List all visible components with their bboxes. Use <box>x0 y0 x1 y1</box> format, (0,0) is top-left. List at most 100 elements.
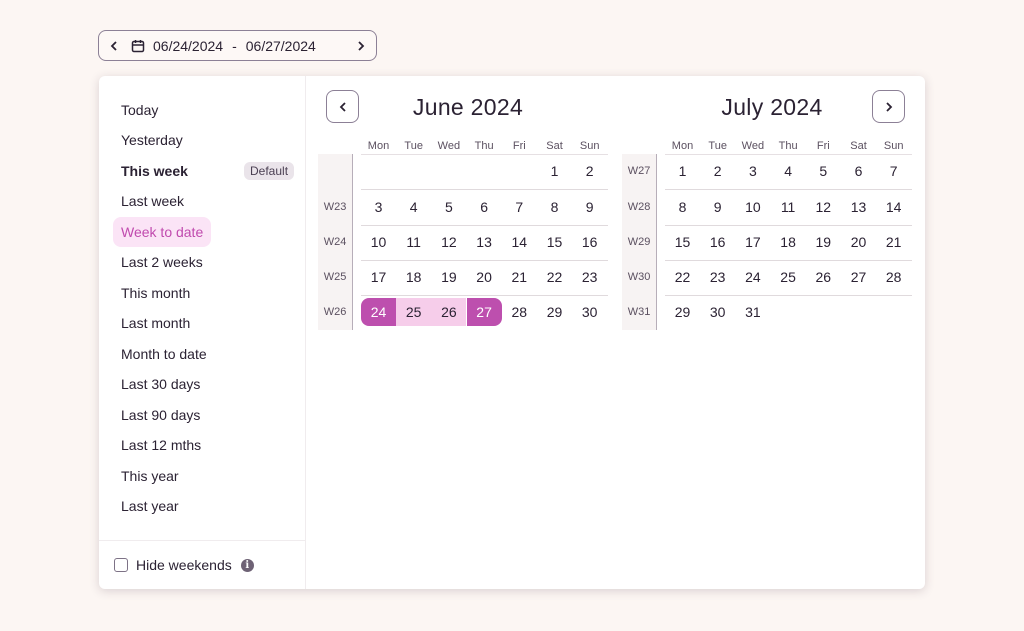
next-range-button[interactable] <box>346 31 376 60</box>
day-cell-in-range[interactable]: 26 <box>431 298 467 326</box>
week-number: W30 <box>627 271 651 283</box>
weekday-header: Sat <box>546 140 563 152</box>
day-cell[interactable]: 28 <box>502 298 537 326</box>
day-cell[interactable]: 6 <box>841 157 876 185</box>
day-cell[interactable]: 11 <box>396 228 431 256</box>
row-divider <box>361 295 608 296</box>
row-divider <box>665 189 912 190</box>
preset-last-month[interactable]: Last month <box>113 308 198 338</box>
date-picker-panel: Today Yesterday This week Default Last w… <box>99 76 925 589</box>
day-cell[interactable]: 10 <box>735 193 770 221</box>
week-number: W29 <box>627 236 651 248</box>
day-cell[interactable]: 2 <box>700 157 735 185</box>
day-cell[interactable]: 28 <box>876 263 911 291</box>
date-separator: - <box>232 37 237 54</box>
chevron-left-icon <box>339 101 346 112</box>
day-cell[interactable]: 19 <box>431 263 466 291</box>
weekday-header: Tue <box>404 140 423 152</box>
day-cell[interactable]: 18 <box>396 263 431 291</box>
preset-last-12-mths[interactable]: Last 12 mths <box>113 430 209 460</box>
day-cell[interactable]: 25 <box>771 263 806 291</box>
day-cell[interactable]: 14 <box>876 193 911 221</box>
day-cell[interactable]: 9 <box>700 193 735 221</box>
preset-last-week[interactable]: Last week <box>113 186 192 216</box>
day-cell[interactable]: 4 <box>396 193 431 221</box>
hide-weekends-checkbox[interactable] <box>114 558 128 572</box>
day-cell[interactable]: 16 <box>700 228 735 256</box>
header-divider <box>665 154 912 155</box>
day-cell[interactable]: 8 <box>537 193 572 221</box>
day-cell[interactable]: 18 <box>771 228 806 256</box>
day-cell[interactable]: 31 <box>735 298 770 326</box>
day-cell[interactable]: 4 <box>771 157 806 185</box>
weekday-header: Fri <box>816 140 830 152</box>
week-number: W26 <box>323 306 347 318</box>
day-cell[interactable]: 1 <box>537 157 572 185</box>
date-range-trigger[interactable]: 06/24/2024 - 06/27/2024 <box>98 30 377 61</box>
previous-range-button[interactable] <box>99 31 129 60</box>
day-cell[interactable]: 20 <box>467 263 502 291</box>
end-date-text[interactable]: 06/27/2024 <box>246 38 316 54</box>
day-cell[interactable]: 23 <box>572 263 607 291</box>
start-date-text[interactable]: 06/24/2024 <box>153 38 223 54</box>
day-cell[interactable]: 22 <box>537 263 572 291</box>
day-cell[interactable]: 26 <box>806 263 841 291</box>
day-cell[interactable]: 19 <box>806 228 841 256</box>
next-month-button[interactable] <box>872 90 905 123</box>
day-cell[interactable]: 13 <box>841 193 876 221</box>
day-cell[interactable]: 3 <box>735 157 770 185</box>
day-cell[interactable]: 30 <box>572 298 607 326</box>
day-cell-in-range[interactable]: 25 <box>396 298 432 326</box>
preset-list: Today Yesterday This week Default Last w… <box>99 76 306 589</box>
day-cell[interactable]: 14 <box>502 228 537 256</box>
day-cell[interactable]: 3 <box>361 193 396 221</box>
day-cell-range-start[interactable]: 24 <box>361 298 396 326</box>
day-cell[interactable]: 6 <box>467 193 502 221</box>
day-cell[interactable]: 1 <box>665 157 700 185</box>
info-icon[interactable]: i <box>240 558 254 572</box>
day-cell[interactable]: 27 <box>841 263 876 291</box>
day-cell[interactable]: 29 <box>665 298 700 326</box>
day-cell[interactable]: 21 <box>876 228 911 256</box>
day-cell[interactable]: 15 <box>665 228 700 256</box>
preset-last-90-days[interactable]: Last 90 days <box>113 400 208 430</box>
preset-month-to-date[interactable]: Month to date <box>113 339 215 369</box>
day-cell[interactable]: 15 <box>537 228 572 256</box>
hide-weekends-label[interactable]: Hide weekends <box>136 557 232 573</box>
preset-last-30-days[interactable]: Last 30 days <box>113 369 208 399</box>
day-cell-range-end[interactable]: 27 <box>466 298 502 326</box>
preset-week-to-date[interactable]: Week to date <box>113 217 212 247</box>
day-cell[interactable]: 24 <box>735 263 770 291</box>
day-cell[interactable]: 29 <box>537 298 572 326</box>
day-cell[interactable]: 21 <box>502 263 537 291</box>
day-cell[interactable]: 30 <box>700 298 735 326</box>
day-cell[interactable]: 12 <box>431 228 466 256</box>
weekday-header: Thu <box>778 140 798 152</box>
day-cell[interactable]: 2 <box>572 157 607 185</box>
day-cell[interactable]: 12 <box>806 193 841 221</box>
day-cell[interactable]: 7 <box>502 193 537 221</box>
preset-this-month[interactable]: This month <box>113 278 198 308</box>
preset-today[interactable]: Today <box>113 95 166 125</box>
day-cell[interactable]: 23 <box>700 263 735 291</box>
day-cell[interactable]: 9 <box>572 193 607 221</box>
preset-last-2-weeks[interactable]: Last 2 weeks <box>113 247 211 277</box>
day-cell[interactable]: 10 <box>361 228 396 256</box>
month-title-july: July 2024 <box>721 94 823 120</box>
day-cell[interactable]: 17 <box>361 263 396 291</box>
day-cell[interactable]: 7 <box>876 157 911 185</box>
preset-this-year[interactable]: This year <box>113 461 187 491</box>
day-cell[interactable]: 13 <box>467 228 502 256</box>
preset-last-year[interactable]: Last year <box>113 491 187 521</box>
day-cell[interactable]: 16 <box>572 228 607 256</box>
day-cell[interactable]: 8 <box>665 193 700 221</box>
day-cell[interactable]: 20 <box>841 228 876 256</box>
previous-month-button[interactable] <box>326 90 359 123</box>
day-cell[interactable]: 22 <box>665 263 700 291</box>
day-cell[interactable]: 17 <box>735 228 770 256</box>
day-cell[interactable]: 11 <box>771 193 806 221</box>
day-cell[interactable]: 5 <box>806 157 841 185</box>
day-cell[interactable]: 5 <box>431 193 466 221</box>
preset-yesterday[interactable]: Yesterday <box>113 125 191 155</box>
preset-this-week[interactable]: This week <box>113 156 196 186</box>
